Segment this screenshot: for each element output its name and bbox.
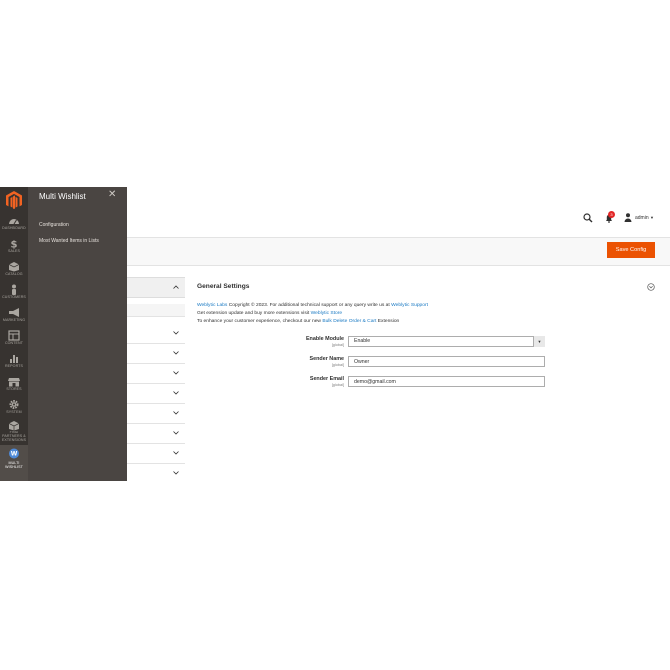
info-text: Extension [376,319,400,324]
config-tab[interactable] [127,324,185,344]
sender-name-input[interactable] [348,356,545,367]
user-icon[interactable] [624,213,632,222]
page-actions-bar [127,237,670,266]
nav-label: SALES [7,249,21,253]
config-tab[interactable] [127,464,185,481]
config-tab-expanded[interactable] [127,277,185,298]
chevron-down-icon [173,431,179,435]
nav-dashboard[interactable]: DASHBOARD [0,215,28,230]
info-text: Get extension update and buy more extens… [197,311,311,316]
config-tab[interactable] [127,384,185,404]
svg-text:W: W [11,451,18,458]
extensions-box-icon [8,421,20,431]
chevron-down-icon [173,451,179,455]
chevron-down-icon[interactable]: ▼ [533,336,545,347]
bulk-delete-link[interactable]: Bulk Delete Order & Cart [322,319,376,324]
nav-label: CATALOG [5,272,23,276]
nav-label: STORES [6,387,22,391]
config-tab[interactable] [127,364,185,384]
sender-name-label: Sender Name [309,356,344,362]
dashboard-icon [9,219,19,225]
config-tab[interactable] [127,344,185,364]
nav-label: FIND PARTNERS & EXTENSIONS [1,431,27,442]
chevron-down-icon [173,391,179,395]
admin-sidebar: DASHBOARD $ SALES CATALOG CUSTOMERS MARK… [0,187,28,481]
info-line-extension: To enhance your customer experience, che… [197,319,399,324]
nav-label: CUSTOMERS [2,295,26,299]
nav-reports[interactable]: REPORTS [0,353,28,368]
config-tab[interactable] [127,424,185,444]
chevron-up-icon [173,285,179,289]
nav-sales[interactable]: $ SALES [0,238,28,254]
submenu-panel: Multi Wishlist ✕ Configuration Most Want… [28,187,127,481]
nav-label: MULTI WISHLIST [5,461,23,469]
nav-stores[interactable]: STORES [0,376,28,391]
nav-marketing[interactable]: MARKETING [0,307,28,322]
nav-content[interactable]: CONTENT [0,330,28,345]
info-text: To enhance your customer experience, che… [197,319,323,324]
nav-multi-wishlist[interactable]: W MULTI WISHLIST [0,445,28,481]
sender-email-input[interactable] [348,376,545,387]
sender-name-scope: [global] [331,363,344,367]
nav-label: SYSTEM [6,410,22,414]
weblytic-store-link[interactable]: Weblytic Store [311,311,342,316]
info-text: Copyright © 2023. For additional technic… [227,303,392,308]
info-line-copyright: Weblytic Labs Copyright © 2023. For addi… [197,303,428,308]
sender-email-scope: [global] [331,383,344,387]
magento-logo-icon[interactable] [4,190,24,210]
dollar-icon: $ [11,240,18,250]
info-line-store: Get extension update and buy more extens… [197,311,342,316]
submenu-link-configuration[interactable]: Configuration [39,222,69,228]
chevron-down-icon [173,411,179,415]
gear-icon [9,400,19,409]
config-tab[interactable] [127,404,185,424]
submenu-link-most-wanted[interactable]: Most Wanted Items in Lists [39,238,99,244]
enable-module-select[interactable]: Enable [348,336,545,347]
chevron-down-icon [173,471,179,475]
notification-badge: 3 [608,211,615,218]
chevron-down-icon [173,351,179,355]
submenu-title: Multi Wishlist [39,192,86,201]
storefront-icon [8,378,20,387]
layout-icon [8,330,20,341]
nav-system[interactable]: SYSTEM [0,399,28,414]
enable-module-label: Enable Module [305,336,344,342]
chevron-down-icon [173,371,179,375]
weblytic-support-link[interactable]: Weblytic Support [391,303,428,308]
nav-find-partners[interactable]: FIND PARTNERS & EXTENSIONS [0,420,28,442]
chevron-down-icon[interactable]: ▼ [650,215,654,220]
bar-chart-icon [10,355,18,363]
sender-email-label: Sender Email [309,376,344,382]
person-icon [12,284,16,295]
nav-label: DASHBOARD [2,226,26,230]
collapse-circle-icon[interactable] [647,283,655,291]
admin-user-name[interactable]: admin [635,215,649,221]
save-config-button[interactable]: Save Config [607,242,655,258]
nav-label: REPORTS [4,364,23,368]
enable-module-scope: [global] [331,343,344,347]
nav-customers[interactable]: CUSTOMERS [0,284,28,299]
megaphone-icon [9,308,19,317]
close-icon[interactable]: ✕ [108,190,116,200]
nav-catalog[interactable]: CATALOG [0,261,28,276]
weblytic-labs-link[interactable]: Weblytic Labs [197,303,227,308]
nav-label: MARKETING [2,318,26,322]
nav-label: CONTENT [4,341,24,345]
config-tab-subitem[interactable] [127,304,185,317]
chevron-down-icon [173,331,179,335]
config-tab[interactable] [127,444,185,464]
weblytic-logo-icon: W [9,448,19,459]
search-icon[interactable] [583,213,593,223]
svg-text:$: $ [11,240,18,250]
admin-app: DASHBOARD $ SALES CATALOG CUSTOMERS MARK… [0,187,670,481]
section-title[interactable]: General Settings [197,283,249,290]
box-icon [8,262,20,272]
